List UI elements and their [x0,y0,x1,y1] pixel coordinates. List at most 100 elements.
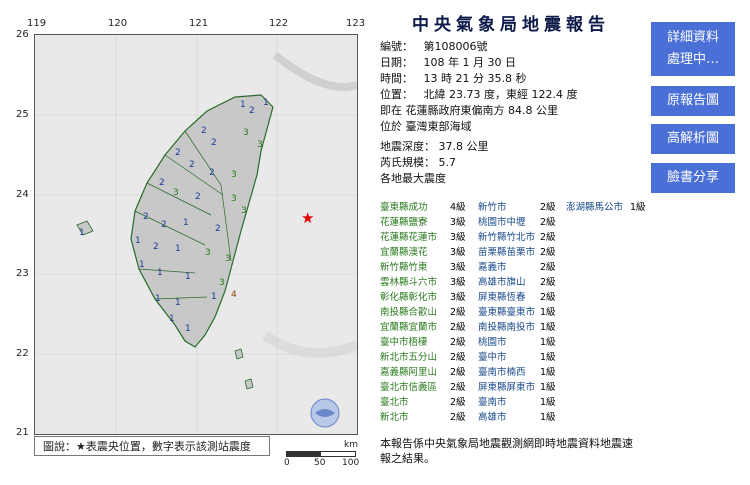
facebook-share-button[interactable]: 臉書分享 [651,163,735,193]
svg-text:1: 1 [135,236,141,246]
scale-bar: km 0 50 100 [284,440,359,470]
svg-text:3: 3 [243,128,249,138]
intensity-row: 南投縣合歡山 2級 臺東縣臺東市 1級 [380,305,642,320]
station-name: 新竹縣竹東 [380,262,428,273]
intensity-row: 臺北市 2級 臺南市 1級 [380,395,642,410]
station-intensity: 2級 [450,412,466,423]
intensity-row: 臺北市信義區 2級 屏東縣屏東市 1級 [380,380,642,395]
station-name: 嘉義縣阿里山 [380,367,438,378]
station-intensity: 2級 [540,232,556,243]
earthquake-report: 119 120 121 122 123 26 25 24 23 22 21 1 … [0,0,646,485]
svg-text:1: 1 [169,314,175,324]
station-name: 花蓮縣花蓮市 [380,232,438,243]
map-legend: 圖說：★表震央位置，數字表示該測站震度 [34,436,270,456]
intensity-row: 宜蘭縣澳花 3級 苗栗縣苗栗市 2級 [380,245,642,260]
station-name: 南投縣南投市 [478,322,536,333]
intensity-heading: 各地最大震度 [380,172,446,185]
station-intensity: 3級 [450,247,466,258]
station-name: 桃園市中壢 [478,217,526,228]
station-intensity: 2級 [540,292,556,303]
station-name: 彰化縣彰化市 [380,292,438,303]
intensity-row: 臺中市梧棲 2級 桃園市 1級 [380,335,642,350]
intensity-row: 宜蘭縣宜蘭市 2級 南投縣南投市 1級 [380,320,642,335]
svg-text:2: 2 [215,224,221,234]
station-name: 宜蘭縣宜蘭市 [380,322,438,333]
scale-tick-0: 0 [284,458,290,468]
station-name: 臺中市梧棲 [380,337,428,348]
svg-text:1: 1 [183,218,189,228]
station-intensity: 3級 [450,232,466,243]
detail-line1: 詳細資料 [666,30,719,45]
report-title: 中央氣象局地震報告 [412,15,610,35]
detail-processing-button[interactable]: 詳細資料 處理中… [651,22,735,76]
svg-text:1: 1 [185,272,191,282]
svg-text:3: 3 [257,140,263,150]
intensity-row: 花蓮縣鹽寮 3級 桃園市中壢 2級 [380,215,642,230]
svg-text:2: 2 [249,106,255,116]
scale-tick-50: 50 [314,458,326,468]
detail-line2: 處理中… [666,52,719,67]
lon-tick-119: 119 [27,18,47,29]
hires-image-button[interactable]: 高解析圖 [651,124,735,154]
intensity-row: 彰化縣彰化市 3級 屏東縣恆春 2級 [380,290,642,305]
station-intensity: 2級 [540,217,556,228]
svg-text:3: 3 [205,248,211,258]
station-intensity: 2級 [450,337,466,348]
station-name: 苗栗縣苗栗市 [478,247,536,258]
station-intensity: 2級 [540,277,556,288]
intensity-row: 臺東縣成功 4級 新竹市 2級 澎湖縣馬公市 1級 [380,200,646,215]
svg-text:3: 3 [225,254,231,264]
station-name: 新北市 [380,412,409,423]
lat-tick-24: 24 [16,189,29,200]
map-panel: 119 120 121 122 123 26 25 24 23 22 21 1 … [0,0,375,485]
report-note: 本報告係中央氣象局地震觀測網即時地震資料地震速報之結果。 [380,437,633,465]
station-name: 臺東縣臺東市 [478,307,536,318]
svg-text:3: 3 [231,170,237,180]
depth-label: 地震深度： [380,140,435,153]
time-label: 時間： [380,72,413,85]
relief-map: 1 2 1 2 2 3 3 2 2 2 3 2 3 2 3 3 2 2 1 2 … [34,34,358,435]
intensity-row: 新竹縣竹東 3級 嘉義市 2級 [380,260,642,275]
station-name: 高雄市旗山 [478,277,526,288]
report-location-row: 位置： 北緯 23.73 度，東經 122.4 度 [380,87,642,103]
station-intensity: 1級 [630,202,646,213]
report-location-line2: 即在 花蓮縣政府東偏南方 84.8 公里 [380,104,558,117]
station-intensity: 2級 [540,247,556,258]
intensity-row: 嘉義縣阿里山 2級 臺南市楠西 1級 [380,365,642,380]
station-intensity: 1級 [540,322,556,333]
report-time-row: 時間： 13 時 21 分 35.8 秒 [380,71,642,87]
intensity-row: 雲林縣斗六市 3級 高雄市旗山 2級 [380,275,642,290]
report-depth: 37.8 公里 [438,140,489,153]
report-number-row: 編號： 第108006號 [380,39,642,55]
svg-text:2: 2 [189,160,195,170]
location-label: 位置： [380,88,413,101]
intensity-table: 臺東縣成功 4級 新竹市 2級 澎湖縣馬公市 1級 花蓮縣鹽寮 3級 桃園市中壢 2級 花蓮縣花蓮市… [380,200,646,425]
station-intensity: 3級 [450,292,466,303]
station-name: 高雄市 [478,412,507,423]
station-name: 南投縣合歡山 [380,307,438,318]
svg-text:2: 2 [201,126,207,136]
date-label: 日期： [380,56,413,69]
station-name: 宜蘭縣澳花 [380,247,428,258]
report-location: 北緯 23.73 度，東經 122.4 度 [423,88,578,101]
intensity-row: 花蓮縣花蓮市 3級 新竹縣竹北市 2級 [380,230,642,245]
station-name: 新竹市 [478,202,507,213]
number-label: 編號： [380,40,413,53]
legend-text: 圖說：★表震央位置，數字表示該測站震度 [43,440,251,453]
station-intensity: 2級 [540,202,556,213]
report-magnitude-row: 芮氏規模： 5.7 [380,155,642,171]
svg-text:2: 2 [143,212,149,222]
station-intensity: 2級 [450,307,466,318]
station-name: 新竹縣竹北市 [478,232,536,243]
report-number: 第108006號 [423,40,488,53]
original-report-button[interactable]: 原報告圖 [651,86,735,116]
station-intensity: 2級 [450,382,466,393]
lat-tick-23: 23 [16,268,29,279]
svg-text:2: 2 [195,192,201,202]
svg-text:1: 1 [263,98,269,108]
station-intensity: 1級 [540,337,556,348]
report-info: 中央氣象局地震報告 編號： 第108006號 日期： 108 年 1 月 30 … [380,10,642,187]
station-intensity: 1級 [540,412,556,423]
svg-text:2: 2 [175,148,181,158]
station-intensity: 2級 [450,397,466,408]
